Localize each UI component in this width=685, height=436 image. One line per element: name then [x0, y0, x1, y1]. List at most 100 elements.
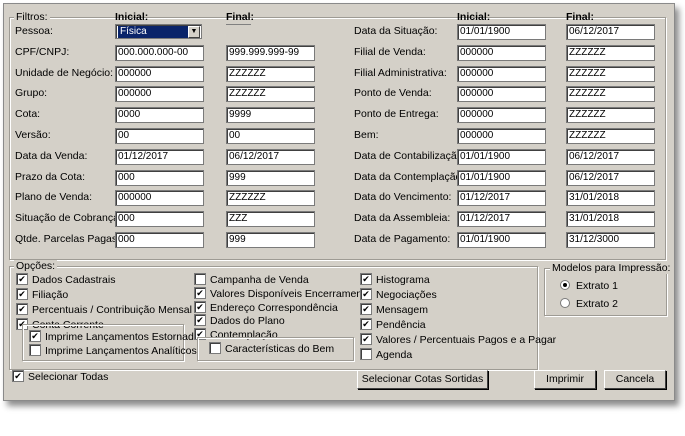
data-da-venda-initial-input[interactable]: 01/12/2017	[115, 149, 204, 165]
ponto-de-entrega-final-input[interactable]: ZZZZZZ	[566, 107, 655, 123]
ponto-de-entrega-initial-input[interactable]: 000000	[457, 107, 546, 123]
cota-final-input[interactable]: 9999	[226, 107, 315, 123]
data-da-situacao-final-input[interactable]: 06/12/2017	[566, 24, 655, 40]
qtde-parcelas-pagas-label: Qtde. Parcelas Pagas:	[15, 233, 121, 245]
cpf-cnpj-label: CPF/CNPJ:	[15, 46, 70, 58]
data-de-pagamento-final-input[interactable]: 31/12/3000	[566, 232, 655, 248]
ponto-de-venda-initial-input[interactable]: 000000	[457, 86, 546, 102]
checkmark-icon: ✔	[12, 370, 24, 383]
left-final-header: Final:	[226, 11, 254, 25]
data-da-assembleia-initial-input[interactable]: 01/12/2017	[457, 211, 546, 227]
grupo-initial-input[interactable]: 000000	[115, 86, 204, 102]
report-dialog: Filtros: Inicial: Final: Inicial: Final:…	[3, 3, 675, 401]
grupo-final-input[interactable]: ZZZZZZ	[226, 86, 315, 102]
data-do-vencimento-final-input[interactable]: 31/01/2018	[566, 190, 655, 206]
versao-final-input[interactable]: 00	[226, 128, 315, 144]
checkmark-icon: ✔	[29, 330, 41, 343]
situacao-de-cobranca-final-input[interactable]: ZZZ	[226, 211, 315, 227]
cota-label: Cota:	[15, 108, 41, 120]
checkmark-icon: ✔	[360, 318, 372, 331]
endereco-correspondencia-checkbox[interactable]: ✔ Endereço Correspondência	[194, 301, 338, 314]
extrato-1-radio[interactable]: Extrato 1	[560, 280, 618, 292]
chevron-down-icon[interactable]: ▼	[188, 26, 200, 38]
ponto-de-venda-final-input[interactable]: ZZZZZZ	[566, 86, 655, 102]
filial-administrativa-label: Filial Administrativa:	[354, 67, 447, 79]
histograma-checkbox[interactable]: ✔ Histograma	[360, 273, 430, 286]
prazo-da-cota-label: Prazo da Cota:	[15, 171, 86, 183]
data-da-contemplacao-final-input[interactable]: 06/12/2017	[566, 170, 655, 186]
qtde-parcelas-pagas-initial-input[interactable]: 000	[115, 232, 204, 248]
unidade-de-negocio-label: Unidade de Negócio:	[15, 67, 114, 79]
data-da-venda-label: Data da Venda:	[15, 150, 88, 162]
grupo-label: Grupo:	[15, 87, 48, 99]
data-do-vencimento-initial-input[interactable]: 01/12/2017	[457, 190, 546, 206]
data-de-contabilizacao-final-input[interactable]: 06/12/2017	[566, 149, 655, 165]
versao-label: Versão:	[15, 129, 51, 141]
data-da-contemplacao-initial-input[interactable]: 01/01/1900	[457, 170, 546, 186]
campanha-de-venda-checkbox[interactable]: Campanha de Venda	[194, 273, 309, 286]
situacao-de-cobranca-label: Situação de Cobrança:	[15, 212, 122, 224]
negociacoes-checkbox[interactable]: ✔ Negociações	[360, 288, 437, 301]
dados-cadastrais-checkbox[interactable]: ✔ Dados Cadastrais	[16, 273, 115, 286]
models-legend: Modelos para Impressão:	[550, 262, 673, 274]
empty-checkbox-icon	[194, 273, 206, 286]
imprime-lancamentos-analiticos-checkbox[interactable]: Imprime Lançamentos Analíticos	[29, 344, 197, 357]
situacao-de-cobranca-initial-input[interactable]: 000	[115, 211, 204, 227]
checkmark-icon: ✔	[360, 303, 372, 316]
cancel-button[interactable]: Cancela	[604, 370, 666, 389]
checkmark-icon: ✔	[194, 301, 206, 314]
cota-initial-input[interactable]: 0000	[115, 107, 204, 123]
pessoa-select[interactable]: Física ▼	[115, 24, 202, 39]
options-legend: Opções:	[14, 260, 58, 272]
bem-final-input[interactable]: ZZZZZZ	[566, 128, 655, 144]
empty-checkbox-icon	[209, 342, 221, 355]
unidade-de-negocio-final-input[interactable]: ZZZZZZ	[226, 66, 315, 82]
mensagem-checkbox[interactable]: ✔ Mensagem	[360, 303, 428, 316]
data-de-pagamento-label: Data de Pagamento:	[354, 233, 451, 245]
select-sorted-quotas-button[interactable]: Selecionar Cotas Sortidas	[357, 370, 488, 389]
valores-disponiveis-encerramento-checkbox[interactable]: ✔ Valores Disponíveis Encerramento	[194, 287, 371, 300]
data-de-contabilizacao-label: Data de Contabilização:	[354, 150, 466, 162]
print-button[interactable]: Imprimir	[534, 370, 596, 389]
data-de-pagamento-initial-input[interactable]: 01/01/1900	[457, 232, 546, 248]
select-all-checkbox[interactable]: ✔ Selecionar Todas	[12, 370, 108, 383]
unidade-de-negocio-initial-input[interactable]: 000000	[115, 66, 204, 82]
filiacao-checkbox[interactable]: ✔ Filiação	[16, 288, 68, 301]
checkmark-icon: ✔	[16, 288, 28, 301]
empty-checkbox-icon	[360, 348, 372, 361]
data-da-assembleia-label: Data da Assembleia:	[354, 212, 451, 224]
prazo-da-cota-initial-input[interactable]: 000	[115, 170, 204, 186]
plano-de-venda-final-input[interactable]: ZZZZZZ	[226, 190, 315, 206]
data-da-situacao-initial-input[interactable]: 01/01/1900	[457, 24, 546, 40]
plano-de-venda-label: Plano de Venda:	[15, 191, 93, 203]
plano-de-venda-initial-input[interactable]: 000000	[115, 190, 204, 206]
checkmark-icon: ✔	[194, 287, 206, 300]
filial-administrativa-initial-input[interactable]: 000000	[457, 66, 546, 82]
imprime-lancamentos-estornados-checkbox[interactable]: ✔ Imprime Lançamentos Estornados	[29, 330, 205, 343]
dados-do-plano-checkbox[interactable]: ✔ Dados do Plano	[194, 314, 285, 327]
percentuais-contribuicao-mensal-checkbox[interactable]: ✔ Percentuais / Contribuição Mensal	[16, 303, 192, 316]
caracteristicas-do-bem-checkbox[interactable]: Características do Bem	[209, 342, 334, 355]
pendencia-checkbox[interactable]: ✔ Pendência	[360, 318, 426, 331]
ponto-de-entrega-label: Ponto de Entrega:	[354, 108, 439, 120]
right-final-header: Final:	[566, 11, 594, 25]
data-da-assembleia-final-input[interactable]: 31/01/2018	[566, 211, 655, 227]
ponto-de-venda-label: Ponto de Venda:	[354, 87, 432, 99]
cpf-cnpj-final-input[interactable]: 999.999.999-99	[226, 45, 315, 61]
right-initial-header: Inicial:	[457, 11, 491, 25]
filial-de-venda-initial-input[interactable]: 000000	[457, 45, 546, 61]
valores-percentuais-pagos-e-a-pagar-checkbox[interactable]: ✔ Valores / Percentuais Pagos e a Pagar	[360, 333, 556, 346]
filial-de-venda-final-input[interactable]: ZZZZZZ	[566, 45, 655, 61]
extrato-2-radio[interactable]: Extrato 2	[560, 298, 618, 310]
data-do-vencimento-label: Data do Vencimento:	[354, 191, 452, 203]
cpf-cnpj-initial-input[interactable]: 000.000.000-00	[115, 45, 204, 61]
bem-initial-input[interactable]: 000000	[457, 128, 546, 144]
data-de-contabilizacao-initial-input[interactable]: 01/01/1900	[457, 149, 546, 165]
checkmark-icon: ✔	[360, 333, 372, 346]
prazo-da-cota-final-input[interactable]: 999	[226, 170, 315, 186]
filial-administrativa-final-input[interactable]: ZZZZZZ	[566, 66, 655, 82]
data-da-venda-final-input[interactable]: 06/12/2017	[226, 149, 315, 165]
versao-initial-input[interactable]: 00	[115, 128, 204, 144]
agenda-checkbox[interactable]: Agenda	[360, 348, 412, 361]
qtde-parcelas-pagas-final-input[interactable]: 999	[226, 232, 315, 248]
